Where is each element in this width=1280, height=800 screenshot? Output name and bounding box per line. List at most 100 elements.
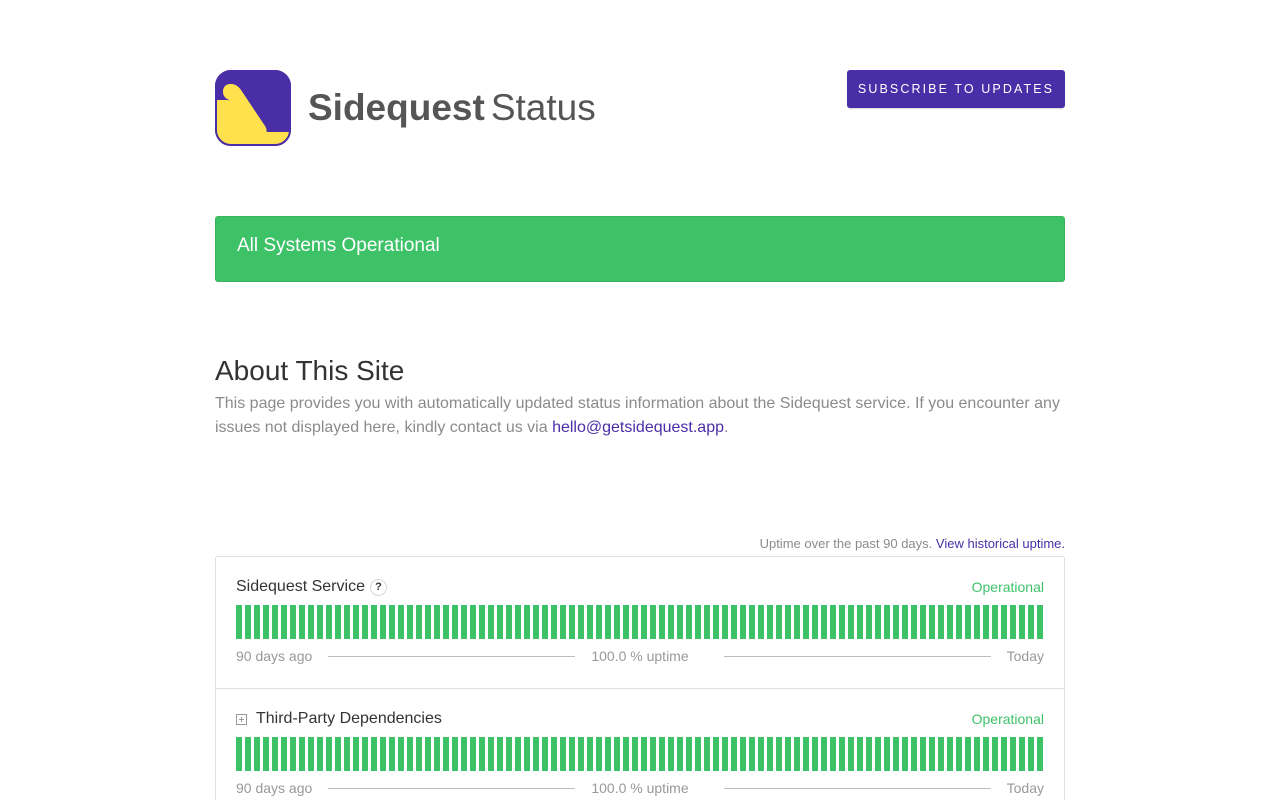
uptime-day-bar[interactable]	[632, 605, 638, 639]
uptime-day-bar[interactable]	[236, 605, 242, 639]
uptime-day-bar[interactable]	[758, 737, 764, 771]
uptime-day-bar[interactable]	[569, 737, 575, 771]
uptime-day-bar[interactable]	[821, 605, 827, 639]
uptime-day-bar[interactable]	[803, 605, 809, 639]
uptime-day-bar[interactable]	[506, 605, 512, 639]
uptime-day-bar[interactable]	[263, 737, 269, 771]
uptime-day-bar[interactable]	[965, 737, 971, 771]
uptime-day-bar[interactable]	[677, 737, 683, 771]
uptime-day-bar[interactable]	[650, 737, 656, 771]
uptime-day-bar[interactable]	[767, 605, 773, 639]
contact-email-link[interactable]: hello@getsidequest.app	[552, 419, 724, 436]
uptime-day-bar[interactable]	[920, 737, 926, 771]
uptime-day-bar[interactable]	[1001, 605, 1007, 639]
uptime-day-bar[interactable]	[425, 737, 431, 771]
uptime-day-bar[interactable]	[695, 605, 701, 639]
uptime-day-bar[interactable]	[560, 605, 566, 639]
uptime-day-bar[interactable]	[299, 737, 305, 771]
uptime-day-bar[interactable]	[713, 737, 719, 771]
uptime-day-bar[interactable]	[569, 605, 575, 639]
uptime-day-bar[interactable]	[947, 605, 953, 639]
uptime-day-bar[interactable]	[587, 737, 593, 771]
uptime-day-bar[interactable]	[812, 737, 818, 771]
uptime-day-bar[interactable]	[992, 605, 998, 639]
uptime-day-bar[interactable]	[533, 605, 539, 639]
uptime-day-bar[interactable]	[272, 605, 278, 639]
uptime-day-bar[interactable]	[704, 605, 710, 639]
uptime-day-bar[interactable]	[1037, 605, 1043, 639]
uptime-day-bar[interactable]	[668, 737, 674, 771]
uptime-day-bar[interactable]	[488, 737, 494, 771]
uptime-day-bar[interactable]	[1019, 605, 1025, 639]
uptime-day-bar[interactable]	[254, 737, 260, 771]
uptime-day-bar[interactable]	[794, 737, 800, 771]
uptime-day-bar[interactable]	[416, 605, 422, 639]
uptime-day-bar[interactable]	[947, 737, 953, 771]
uptime-day-bar[interactable]	[965, 605, 971, 639]
uptime-day-bar[interactable]	[308, 605, 314, 639]
uptime-day-bar[interactable]	[740, 737, 746, 771]
uptime-day-bar[interactable]	[623, 737, 629, 771]
uptime-day-bar[interactable]	[245, 737, 251, 771]
uptime-day-bar[interactable]	[470, 605, 476, 639]
uptime-day-bar[interactable]	[326, 605, 332, 639]
uptime-day-bar[interactable]	[524, 737, 530, 771]
uptime-day-bar[interactable]	[821, 737, 827, 771]
uptime-day-bar[interactable]	[956, 605, 962, 639]
uptime-day-bar[interactable]	[281, 737, 287, 771]
uptime-day-bar[interactable]	[875, 605, 881, 639]
uptime-day-bar[interactable]	[974, 605, 980, 639]
uptime-day-bar[interactable]	[722, 605, 728, 639]
uptime-day-bar[interactable]	[857, 737, 863, 771]
uptime-day-bar[interactable]	[551, 605, 557, 639]
uptime-day-bar[interactable]	[776, 737, 782, 771]
uptime-day-bar[interactable]	[533, 737, 539, 771]
uptime-day-bar[interactable]	[902, 737, 908, 771]
uptime-day-bar[interactable]	[938, 737, 944, 771]
uptime-day-bar[interactable]	[866, 737, 872, 771]
uptime-day-bar[interactable]	[875, 737, 881, 771]
expand-plus-icon[interactable]	[236, 713, 247, 725]
uptime-day-bar[interactable]	[623, 605, 629, 639]
uptime-day-bar[interactable]	[731, 605, 737, 639]
uptime-day-bar[interactable]	[290, 605, 296, 639]
uptime-day-bar[interactable]	[695, 737, 701, 771]
uptime-day-bar[interactable]	[731, 737, 737, 771]
uptime-day-bar[interactable]	[371, 737, 377, 771]
uptime-day-bar[interactable]	[893, 737, 899, 771]
uptime-day-bar[interactable]	[605, 605, 611, 639]
uptime-day-bar[interactable]	[848, 737, 854, 771]
uptime-day-bar[interactable]	[668, 605, 674, 639]
historical-uptime-link[interactable]: View historical uptime.	[936, 536, 1065, 551]
uptime-day-bar[interactable]	[452, 737, 458, 771]
uptime-day-bar[interactable]	[434, 605, 440, 639]
uptime-day-bar[interactable]	[416, 737, 422, 771]
uptime-day-bar[interactable]	[632, 737, 638, 771]
uptime-day-bar[interactable]	[578, 605, 584, 639]
logo[interactable]: Sidequest Status	[215, 70, 596, 146]
uptime-day-bar[interactable]	[938, 605, 944, 639]
uptime-day-bar[interactable]	[281, 605, 287, 639]
uptime-day-bar[interactable]	[911, 605, 917, 639]
uptime-day-bar[interactable]	[308, 737, 314, 771]
subscribe-button[interactable]: SUBSCRIBE TO UPDATES	[847, 70, 1065, 108]
uptime-day-bar[interactable]	[911, 737, 917, 771]
uptime-day-bar[interactable]	[749, 605, 755, 639]
uptime-day-bar[interactable]	[704, 737, 710, 771]
uptime-day-bar[interactable]	[794, 605, 800, 639]
uptime-day-bar[interactable]	[740, 605, 746, 639]
uptime-day-bar[interactable]	[389, 737, 395, 771]
uptime-day-bar[interactable]	[758, 605, 764, 639]
uptime-day-bar[interactable]	[1001, 737, 1007, 771]
uptime-day-bar[interactable]	[560, 737, 566, 771]
uptime-day-bar[interactable]	[272, 737, 278, 771]
uptime-day-bar[interactable]	[434, 737, 440, 771]
uptime-day-bar[interactable]	[371, 605, 377, 639]
uptime-day-bar[interactable]	[677, 605, 683, 639]
uptime-day-bar[interactable]	[830, 605, 836, 639]
uptime-day-bar[interactable]	[902, 605, 908, 639]
uptime-day-bar[interactable]	[713, 605, 719, 639]
uptime-day-bar[interactable]	[614, 605, 620, 639]
uptime-day-bar[interactable]	[596, 737, 602, 771]
uptime-day-bar[interactable]	[920, 605, 926, 639]
